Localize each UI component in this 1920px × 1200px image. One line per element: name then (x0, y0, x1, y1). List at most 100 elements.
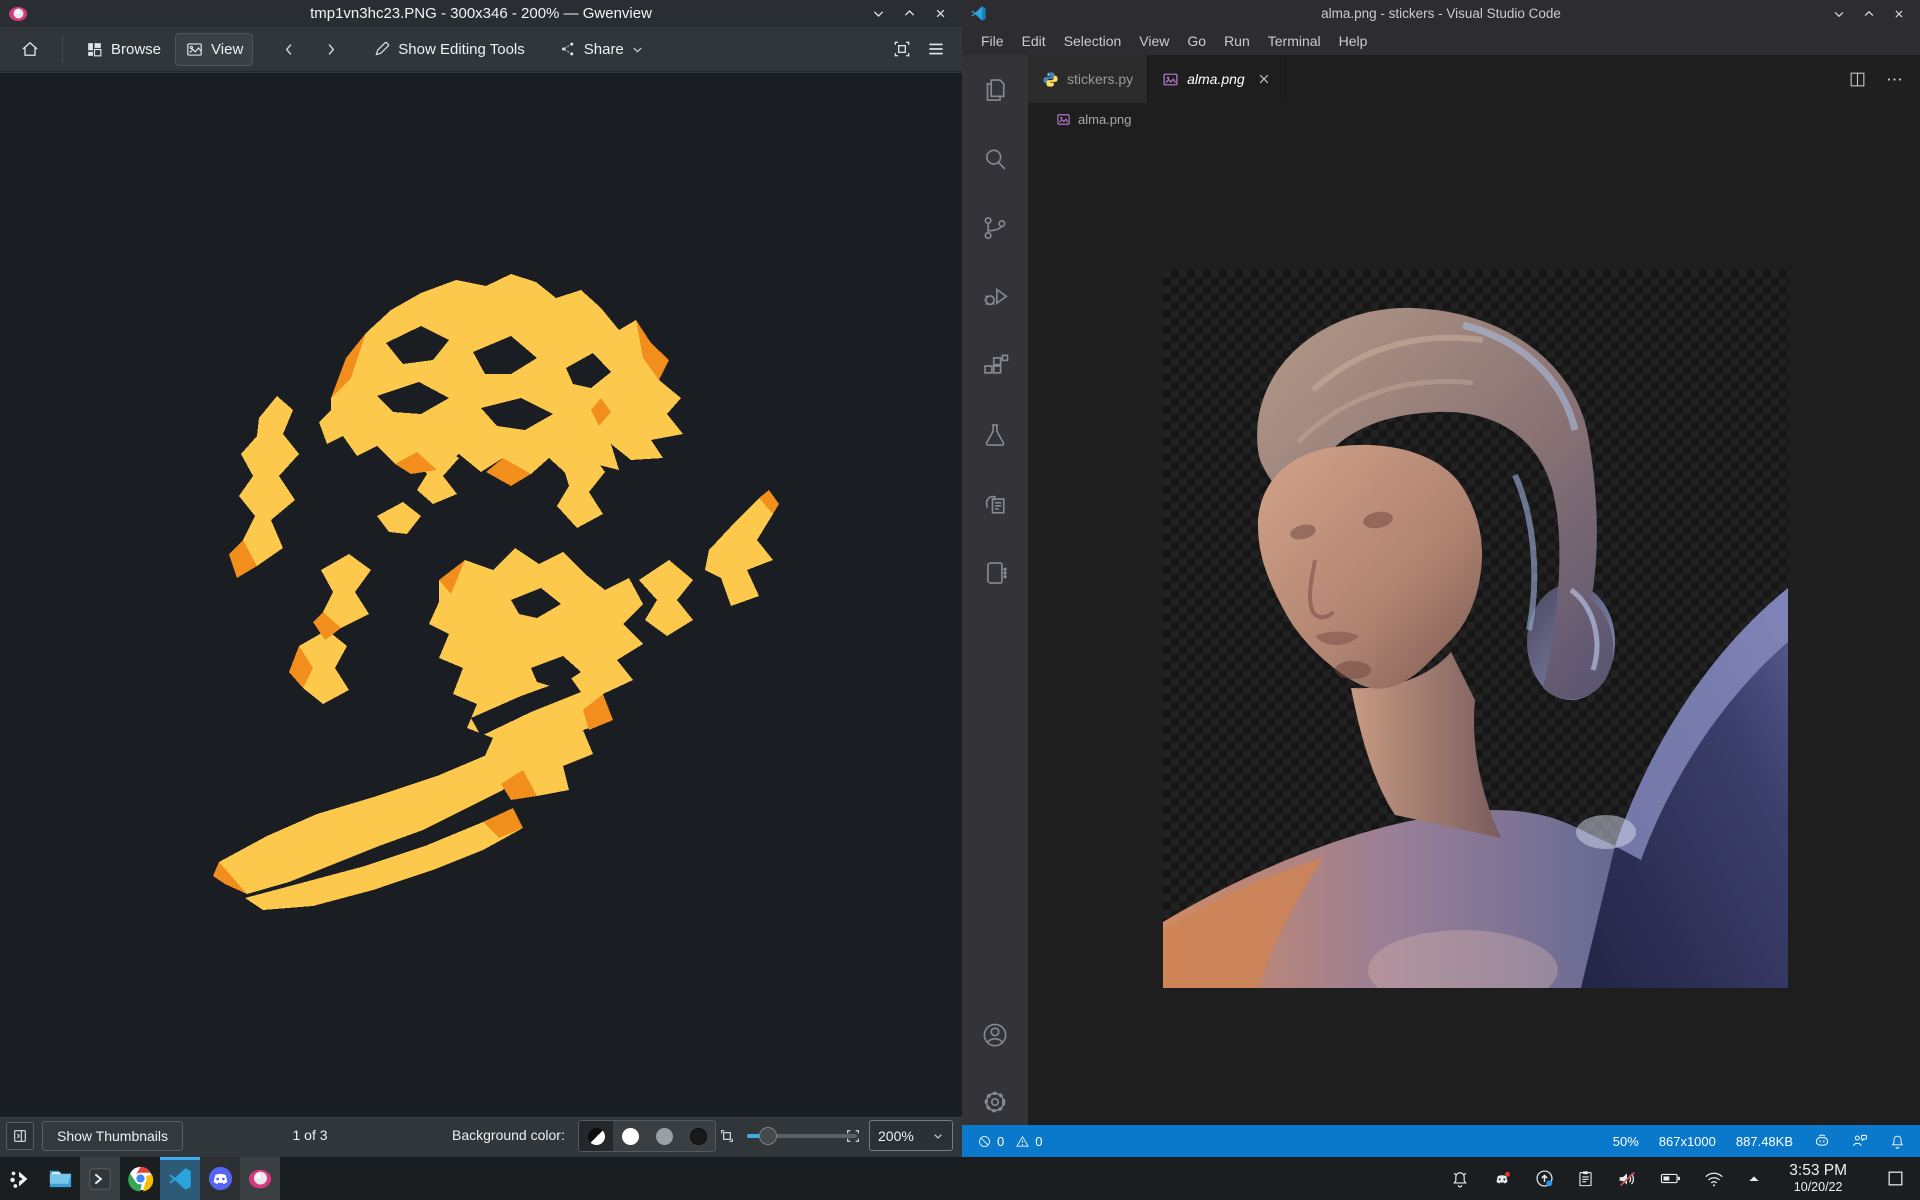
background-color-swatches (578, 1120, 716, 1152)
file-manager-button[interactable] (40, 1157, 80, 1200)
vscode-logo-icon (971, 6, 986, 21)
bg-swatch-gray[interactable] (647, 1121, 681, 1151)
close-button[interactable] (933, 6, 948, 21)
problems-indicator[interactable]: 0 0 (972, 1134, 1047, 1149)
maximize-button[interactable] (902, 6, 917, 21)
vscode-task-icon (169, 1167, 191, 1190)
go-back-button[interactable] (271, 34, 308, 65)
vscode-titlebar[interactable]: alma.png - stickers - Visual Studio Code (962, 0, 1920, 27)
tray-expand-caret-icon[interactable] (1746, 1171, 1762, 1187)
discord-task-button[interactable] (200, 1157, 240, 1200)
bg-swatch-auto[interactable] (579, 1121, 613, 1151)
view-button[interactable]: View (175, 32, 254, 66)
tab-stickers-py[interactable]: stickers.py (1028, 55, 1149, 103)
show-editing-tools-button[interactable]: Show Editing Tools (363, 33, 534, 65)
show-editing-tools-label: Show Editing Tools (398, 40, 525, 58)
vscode-statusbar: 0 0 50% 867x1000 887.48KB (962, 1125, 1920, 1157)
tray-clipboard-icon[interactable] (1576, 1169, 1595, 1188)
vs-maximize-button[interactable] (1862, 7, 1876, 21)
clock[interactable]: 3:53 PM 10/20/22 (1789, 1162, 1847, 1194)
hamburger-menu-icon (929, 43, 943, 55)
home-icon (22, 41, 38, 56)
status-file-size[interactable]: 887.48KB (1736, 1134, 1793, 1149)
tab-label: alma.png (1187, 71, 1245, 87)
minimize-button[interactable] (871, 6, 886, 21)
show-desktop-button[interactable] (1884, 1164, 1906, 1194)
run-debug-icon[interactable] (962, 262, 1028, 331)
vscode-window-title: alma.png - stickers - Visual Studio Code (1321, 6, 1561, 21)
pixel-statue-image (213, 274, 779, 910)
vscode-breadcrumbs: alma.png (1028, 103, 1920, 135)
zoom-slider-handle[interactable] (759, 1127, 777, 1145)
zoom-to-fit-button[interactable] (719, 1128, 735, 1144)
account-icon[interactable] (962, 1000, 1028, 1069)
bg-swatch-white[interactable] (613, 1121, 647, 1151)
testing-flask-icon[interactable] (962, 400, 1028, 469)
menu-file[interactable]: File (972, 30, 1013, 52)
dark-color-dot (689, 1127, 707, 1145)
go-forward-button[interactable] (312, 34, 349, 65)
vs-minimize-button[interactable] (1832, 7, 1846, 21)
zoom-level-dropdown[interactable]: 200% (869, 1120, 953, 1151)
back-icon (286, 43, 292, 55)
status-zoom-level[interactable]: 50% (1613, 1134, 1639, 1149)
zoom-level-value: 200% (878, 1127, 914, 1144)
notifications-bell-icon[interactable] (1889, 1133, 1906, 1150)
menu-view[interactable]: View (1130, 30, 1178, 52)
gwenview-task-button[interactable] (240, 1157, 280, 1200)
show-thumbnails-button[interactable]: Show Thumbnails (42, 1121, 184, 1151)
share-dropdown-chevron-icon (633, 47, 642, 52)
tray-updates-icon[interactable] (1534, 1168, 1555, 1189)
browse-button[interactable]: Browse (75, 33, 171, 66)
forward-icon (328, 43, 335, 55)
menu-run[interactable]: Run (1215, 30, 1259, 52)
breadcrumb-file-item[interactable]: alma.png (1078, 112, 1131, 127)
share-icon (561, 42, 573, 56)
share-button[interactable]: Share (549, 33, 654, 65)
chrome-button[interactable] (120, 1157, 160, 1200)
explorer-icon[interactable] (962, 55, 1028, 124)
source-control-icon[interactable] (962, 193, 1028, 262)
konsole-task-button[interactable] (80, 1157, 120, 1200)
app-launcher-button[interactable] (0, 1157, 40, 1200)
notebook-icon[interactable] (962, 538, 1028, 607)
toolbar-separator (62, 35, 63, 63)
breadcrumb-image-file-icon (1057, 113, 1070, 125)
split-editor-icon[interactable] (1848, 70, 1867, 89)
fit-to-window-button[interactable] (892, 39, 912, 59)
tray-notifications-bell-icon[interactable] (1450, 1169, 1470, 1189)
home-button[interactable] (10, 32, 50, 66)
vs-close-button[interactable] (1892, 7, 1906, 21)
tray-discord-icon[interactable] (1491, 1168, 1513, 1190)
clock-date: 10/20/22 (1793, 1180, 1843, 1195)
vscode-task-button[interactable] (160, 1157, 200, 1200)
menu-terminal[interactable]: Terminal (1259, 30, 1330, 52)
tab-label: stickers.py (1067, 71, 1134, 87)
zoom-actual-size-button[interactable] (845, 1128, 861, 1144)
gwenview-titlebar[interactable]: tmp1vn3hc23.PNG - 300x346 - 200% — Gwenv… (0, 0, 962, 27)
sidebar-panel-icon (14, 1130, 26, 1142)
menu-edit[interactable]: Edit (1013, 30, 1055, 52)
menu-help[interactable]: Help (1330, 30, 1377, 52)
search-icon[interactable] (962, 124, 1028, 193)
tray-battery-icon[interactable] (1659, 1167, 1682, 1190)
auto-color-dot (587, 1127, 605, 1145)
tab-alma-png[interactable]: alma.png (1148, 55, 1286, 103)
sidebar-toggle-button[interactable] (6, 1122, 34, 1150)
more-actions-icon[interactable] (1885, 70, 1904, 89)
copilot-icon[interactable] (1813, 1132, 1831, 1150)
menu-button[interactable] (926, 39, 946, 59)
export-notes-icon[interactable] (962, 469, 1028, 538)
menu-selection[interactable]: Selection (1055, 30, 1131, 52)
status-image-dimensions[interactable]: 867x1000 (1659, 1134, 1716, 1149)
tray-wifi-icon[interactable] (1703, 1168, 1725, 1190)
feedback-icon[interactable] (1851, 1132, 1869, 1150)
bg-swatch-dark[interactable] (681, 1121, 715, 1151)
tray-volume-muted-icon[interactable] (1616, 1168, 1638, 1190)
menu-go[interactable]: Go (1178, 30, 1215, 52)
extensions-icon[interactable] (962, 331, 1028, 400)
fit-to-window-icon (894, 41, 910, 57)
tab-close-icon[interactable] (1257, 72, 1271, 86)
view-image-icon (187, 42, 202, 56)
zoom-slider[interactable] (747, 1127, 857, 1145)
